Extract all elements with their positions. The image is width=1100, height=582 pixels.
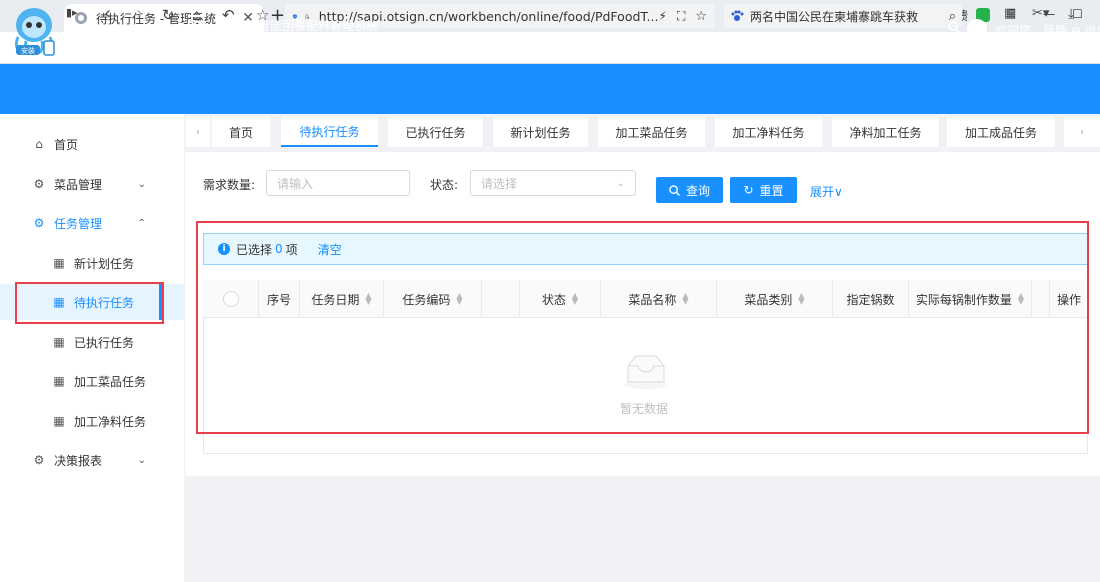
tab-pending-task[interactable]: 待执行任务 bbox=[281, 117, 378, 147]
sidebar-highlight-box bbox=[15, 282, 164, 324]
sidebar-item-home[interactable]: ⌂ 首页 bbox=[0, 126, 184, 162]
header-search-icon[interactable] bbox=[948, 21, 960, 33]
app-title: 芯厨意智能团餐配料管理系统 bbox=[222, 19, 379, 33]
expand-link[interactable]: 展开∨ bbox=[810, 183, 843, 200]
sidebar-item-label: 首页 bbox=[54, 137, 79, 152]
sidebar-item-label: 决策报表 bbox=[54, 453, 103, 468]
qty-input[interactable]: 请输入 bbox=[266, 170, 410, 196]
grid-icon: ▦ bbox=[53, 414, 65, 428]
reload-button[interactable]: ↻ bbox=[162, 6, 175, 24]
apps-grid-icon[interactable]: ▦ bbox=[1004, 6, 1016, 21]
app-header bbox=[0, 64, 1100, 114]
chevron-down-icon: ⌄ bbox=[616, 177, 625, 189]
forward-button[interactable]: › bbox=[136, 3, 143, 24]
tab-process-product-task[interactable]: 加工成品任务 bbox=[947, 117, 1055, 147]
search-icon bbox=[669, 184, 680, 196]
gear-icon: ⚙ bbox=[33, 216, 45, 230]
grid-icon: ▦ bbox=[53, 335, 65, 349]
lightning-icon[interactable]: ⚡ bbox=[659, 9, 667, 23]
tab-material-processing-task[interactable]: 净料加工任务 bbox=[832, 117, 939, 147]
status-select-placeholder: 请选择 bbox=[481, 176, 518, 191]
browser-search-text: 两名中国公民在柬埔寨跳车获救 bbox=[750, 9, 919, 24]
query-button-label: 查询 bbox=[685, 183, 710, 198]
sidebar-item-label: 菜品管理 bbox=[54, 177, 103, 192]
browser-search-box[interactable]: 两名中国公民在柬埔寨跳车获救 ⌕ bbox=[724, 4, 962, 28]
tabs-scroll-right-button[interactable]: › bbox=[1064, 117, 1100, 147]
paw-icon bbox=[731, 10, 744, 21]
screenshot-icon[interactable]: ⛶ bbox=[677, 9, 685, 24]
tab-home[interactable]: 首页 bbox=[212, 117, 270, 147]
download-icon[interactable]: ⤓ bbox=[1068, 6, 1074, 22]
address-toolbar bbox=[0, 32, 1100, 64]
status-label: 状态: bbox=[430, 178, 459, 192]
sidebar-item-task-management[interactable]: ⚙ 任务管理 ⌃ bbox=[0, 205, 184, 241]
content-highlight-box bbox=[196, 221, 1089, 434]
tab-process-material-task[interactable]: 加工净料任务 bbox=[715, 117, 822, 147]
sidebar-item-label: 加工菜品任务 bbox=[74, 374, 147, 389]
reset-button[interactable]: ↻ 重置 bbox=[730, 177, 797, 203]
sidebar-item-new-plan-task[interactable]: ▦ 新计划任务 bbox=[0, 245, 184, 281]
gear-icon: ⚙ bbox=[33, 177, 45, 191]
sidebar-toggle-icon[interactable]: ▮▸ bbox=[66, 6, 78, 19]
avatar[interactable] bbox=[967, 19, 987, 39]
sidebar-item-process-dish-task[interactable]: ▦ 加工菜品任务 bbox=[0, 363, 184, 399]
chevron-down-icon: ⌄ bbox=[137, 178, 146, 190]
sidebar-item-executed-task[interactable]: ▦ 已执行任务 bbox=[0, 324, 184, 360]
grid-icon: ▦ bbox=[53, 256, 65, 270]
welcome-text[interactable]: 欢迎您，聂鹏 ⊖ 退出 bbox=[995, 22, 1100, 39]
grid-icon: ▦ bbox=[53, 374, 65, 388]
sidebar-item-label: 已执行任务 bbox=[74, 335, 135, 350]
chevron-down-icon: ⌄ bbox=[137, 454, 146, 466]
browser-logo-icon: 安装 bbox=[14, 8, 55, 56]
home-icon: ⌂ bbox=[35, 137, 43, 151]
scissors-icon[interactable]: ✂▾ bbox=[1032, 6, 1049, 21]
sidebar-item-label: 加工净料任务 bbox=[74, 414, 147, 429]
star-icon[interactable]: ☆ bbox=[695, 9, 707, 24]
sidebar-item-decision-report[interactable]: ⚙ 决策报表 ⌄ bbox=[0, 442, 184, 478]
menu-fold-icon[interactable] bbox=[188, 14, 206, 30]
gear-icon: ⚙ bbox=[33, 453, 45, 467]
tab-process-dish-task[interactable]: 加工菜品任务 bbox=[598, 117, 705, 147]
query-button[interactable]: 查询 bbox=[656, 177, 723, 203]
reset-button-label: 重置 bbox=[759, 183, 784, 198]
back-button[interactable]: ‹ bbox=[104, 3, 111, 24]
sidebar-item-dish-management[interactable]: ⚙ 菜品管理 ⌄ bbox=[0, 166, 184, 202]
refresh-icon: ↻ bbox=[743, 183, 754, 197]
svg-text:安装: 安装 bbox=[21, 46, 35, 55]
sidebar-item-label: 新计划任务 bbox=[74, 256, 135, 271]
sidebar-item-label: 任务管理 bbox=[54, 216, 103, 231]
tabs-scroll-left-button[interactable]: ‹ bbox=[186, 117, 210, 147]
qty-input-placeholder: 请输入 bbox=[277, 176, 314, 191]
tab-new-plan-task[interactable]: 新计划任务 bbox=[493, 117, 588, 147]
status-select[interactable]: 请选择 ⌄ bbox=[470, 170, 636, 196]
qty-label: 需求数量: bbox=[203, 178, 256, 192]
sidebar-item-process-material-task[interactable]: ▦ 加工净料任务 bbox=[0, 403, 184, 439]
tab-executed-task[interactable]: 已执行任务 bbox=[388, 117, 483, 147]
chevron-up-icon: ⌃ bbox=[137, 217, 146, 229]
